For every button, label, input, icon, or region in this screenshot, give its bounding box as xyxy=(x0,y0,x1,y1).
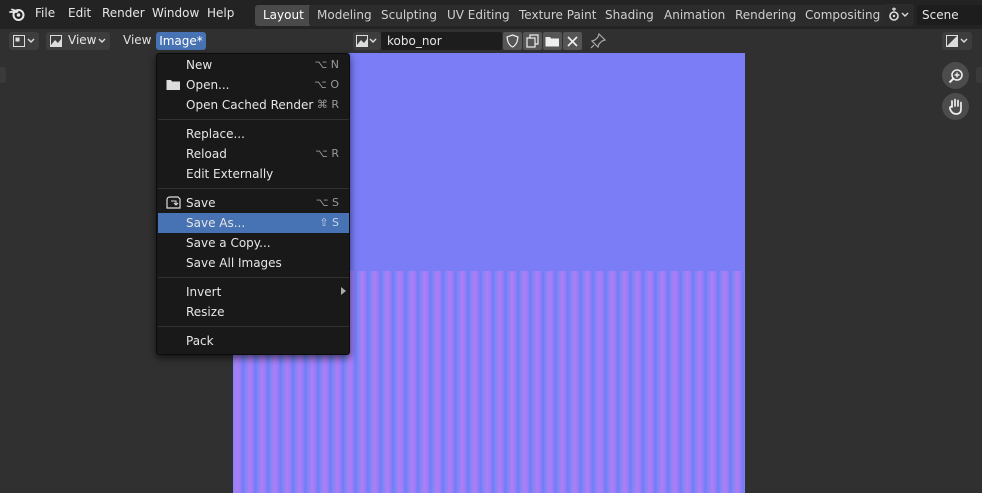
close-icon xyxy=(567,36,578,47)
image-menu-dropdown: New ⌥ N Open... ⌥ O Open Cached Render ⌘… xyxy=(156,53,350,355)
scene-selector: Scene xyxy=(884,4,982,26)
menu-item-label: Replace... xyxy=(186,127,245,141)
scene-name-field[interactable]: Scene xyxy=(917,5,982,25)
tab-shading[interactable]: Shading xyxy=(597,5,662,26)
tab-uv-editing[interactable]: UV Editing xyxy=(439,5,518,26)
menu-item-shortcut: ⌥ O xyxy=(314,78,339,91)
image-viewport[interactable] xyxy=(0,53,982,493)
tab-layout[interactable]: Layout xyxy=(255,5,312,26)
hand-icon xyxy=(949,98,962,115)
menu-file[interactable]: File xyxy=(35,6,55,20)
tab-animation[interactable]: Animation xyxy=(656,5,734,26)
tab-sculpting[interactable]: Sculpting xyxy=(373,5,446,26)
view-mode-dropdown[interactable]: View xyxy=(46,32,110,50)
tab-texture-paint[interactable]: Texture Paint xyxy=(511,5,605,26)
menu-item-pack[interactable]: Pack xyxy=(158,331,349,351)
scene-browse-button[interactable] xyxy=(884,4,914,26)
shield-icon xyxy=(506,34,519,48)
menu-item-label: Save All Images xyxy=(186,256,282,270)
menu-item-label: New xyxy=(186,58,213,72)
folder-icon xyxy=(166,80,180,90)
menu-item-label: Open... xyxy=(186,78,230,92)
tab-modeling[interactable]: Modeling xyxy=(309,5,380,26)
menu-separator xyxy=(158,188,349,189)
menu-item-shortcut: ⌥ S xyxy=(315,196,339,209)
menu-item-label: Edit Externally xyxy=(186,167,274,181)
folder-icon xyxy=(545,37,559,47)
menu-item-label: Save a Copy... xyxy=(186,236,271,250)
menu-item-shortcut: ⇧ S xyxy=(319,216,339,229)
zoom-icon xyxy=(948,69,963,84)
tab-compositing[interactable]: Compositing xyxy=(797,5,889,26)
open-image-button[interactable] xyxy=(543,32,562,50)
menu-separator xyxy=(158,119,349,120)
menu-item-shortcut: ⌥ R xyxy=(315,147,339,160)
editor-type-button[interactable] xyxy=(9,32,39,50)
menu-item-label: Open Cached Render xyxy=(186,98,314,112)
menu-item-resize[interactable]: Resize xyxy=(158,302,349,322)
new-image-button[interactable] xyxy=(523,32,542,50)
menu-render[interactable]: Render xyxy=(102,6,145,20)
unlink-image-button[interactable] xyxy=(563,32,582,50)
image-channels-icon xyxy=(946,35,968,47)
pin-icon[interactable] xyxy=(590,33,606,49)
menu-item-label: Save As... xyxy=(186,216,246,230)
menu-edit[interactable]: Edit xyxy=(68,6,91,20)
menu-item-shortcut: ⌥ N xyxy=(314,58,339,71)
image-browse-icon xyxy=(356,35,377,47)
menu-item-label: Resize xyxy=(186,305,225,319)
zoom-button[interactable] xyxy=(942,62,969,89)
menu-item-save-a-copy[interactable]: Save a Copy... xyxy=(158,233,349,253)
menu-separator xyxy=(158,277,349,278)
duplicate-icon xyxy=(526,34,539,48)
menu-item-save-all-images[interactable]: Save All Images xyxy=(158,253,349,273)
fake-user-button[interactable] xyxy=(503,32,522,50)
image-name-field[interactable]: kobo_nor xyxy=(381,32,502,50)
left-toolbar-toggle[interactable] xyxy=(0,67,6,83)
top-bar: File Edit Render Window Help Layout Mode… xyxy=(0,0,982,29)
chevron-down-icon xyxy=(98,38,106,43)
view-menu[interactable]: View xyxy=(123,33,151,47)
pan-button[interactable] xyxy=(942,93,969,120)
view-mode-label: View xyxy=(68,33,97,47)
menu-item-shortcut: ⌘ R xyxy=(316,98,339,111)
menu-item-invert[interactable]: Invert xyxy=(158,282,349,302)
browse-image-button[interactable] xyxy=(353,32,381,50)
menu-item-label: Pack xyxy=(186,334,214,348)
menu-item-open-cached-render[interactable]: Open Cached Render ⌘ R xyxy=(158,95,349,115)
image-menu[interactable]: Image* xyxy=(156,32,206,50)
menu-window[interactable]: Window xyxy=(152,6,199,20)
blender-logo-icon[interactable] xyxy=(9,6,25,22)
menu-item-label: Invert xyxy=(186,285,222,299)
menu-help[interactable]: Help xyxy=(207,6,234,20)
menu-item-save-as[interactable]: Save As... ⇧ S xyxy=(158,213,349,233)
save-icon xyxy=(166,196,181,209)
display-channels-button[interactable] xyxy=(942,32,972,50)
right-sidebar-toggle[interactable] xyxy=(976,67,982,83)
submenu-arrow-icon xyxy=(341,287,346,295)
scene-icon xyxy=(889,7,909,21)
menu-separator xyxy=(158,326,349,327)
menu-item-label: Reload xyxy=(186,147,227,161)
image-editor-icon xyxy=(13,35,35,47)
menu-item-open[interactable]: Open... ⌥ O xyxy=(158,75,349,95)
menu-item-reload[interactable]: Reload ⌥ R xyxy=(158,144,349,164)
menu-item-new[interactable]: New ⌥ N xyxy=(158,55,349,75)
tab-rendering[interactable]: Rendering xyxy=(727,5,805,26)
image-editor-header: View View Image* kobo_nor xyxy=(0,29,982,53)
menu-item-label: Save xyxy=(186,196,216,210)
menu-item-edit-externally[interactable]: Edit Externally xyxy=(158,164,349,184)
menu-item-replace[interactable]: Replace... xyxy=(158,124,349,144)
image-icon xyxy=(50,35,62,47)
menu-item-save[interactable]: Save ⌥ S xyxy=(158,193,349,213)
